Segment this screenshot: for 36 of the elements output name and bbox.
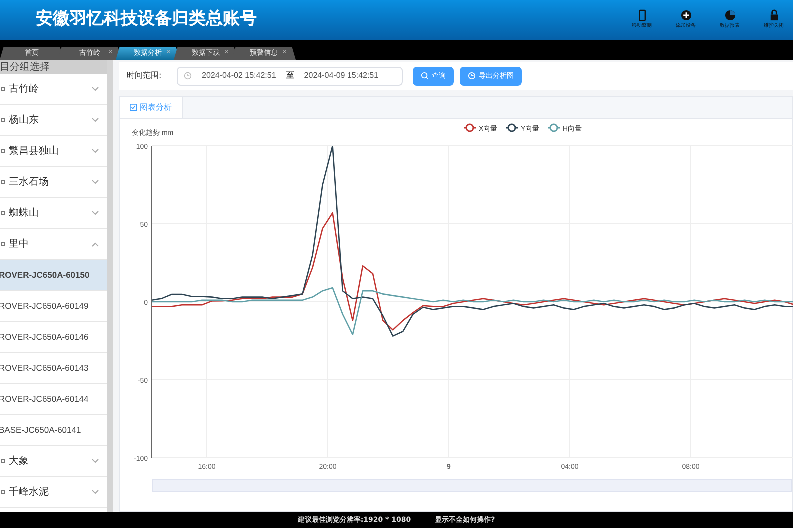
group-item[interactable]: 繁昌县独山 — [0, 136, 107, 167]
chevron-icon — [92, 490, 99, 494]
clock-icon — [184, 72, 192, 80]
chevron-icon — [92, 180, 99, 184]
plus-icon — [680, 9, 692, 22]
chevron-icon — [92, 118, 99, 122]
group-item[interactable]: 杨山东 — [0, 105, 107, 136]
sidebar-title: 目分组选择 — [0, 60, 107, 74]
chevron-icon — [92, 148, 99, 154]
device-item[interactable]: ROVER-JC650A-60143 — [0, 353, 107, 384]
group-item[interactable]: 蜘蛛山 — [0, 198, 107, 229]
search-icon — [421, 72, 429, 80]
group-item[interactable]: 大象 — [0, 446, 107, 477]
range-separator: 至 — [286, 70, 294, 82]
group-item[interactable]: 三水石场 — [0, 167, 107, 198]
device-item[interactable]: BASE-JC650A-60141 — [0, 415, 107, 446]
pie-chart-icon — [724, 9, 736, 22]
chevron-icon — [92, 458, 99, 464]
device-item[interactable]: ROVER-JC650A-60149 — [0, 291, 107, 322]
device-item[interactable]: ROVER-JC650A-60144 — [0, 384, 107, 415]
start-date: 2024-04-02 15:42:51 — [202, 70, 276, 82]
chevron-icon — [92, 86, 99, 92]
group-item[interactable]: 千峰水泥 — [0, 477, 107, 508]
checkbox-icon — [130, 104, 137, 111]
time-range-label: 时间范围: — [127, 70, 163, 82]
chevron-icon — [92, 210, 99, 216]
legend-marker-icon[interactable] — [548, 124, 560, 132]
legend-marker-icon[interactable] — [506, 124, 518, 132]
device-item[interactable]: ROVER-JC650A-60146 — [0, 322, 107, 353]
app-title: 安徽羽忆科技设备归类总账号 — [36, 8, 257, 32]
date-range-field[interactable]: 2024-04-02 15:42:51 至 2024-04-09 15:42:51 — [177, 66, 403, 86]
legend-marker-icon[interactable] — [464, 124, 476, 132]
clock-icon — [468, 72, 476, 80]
group-item[interactable]: 古竹岭 — [0, 74, 107, 105]
end-date: 2024-04-09 15:42:51 — [304, 70, 379, 82]
chevron-icon — [92, 242, 99, 246]
